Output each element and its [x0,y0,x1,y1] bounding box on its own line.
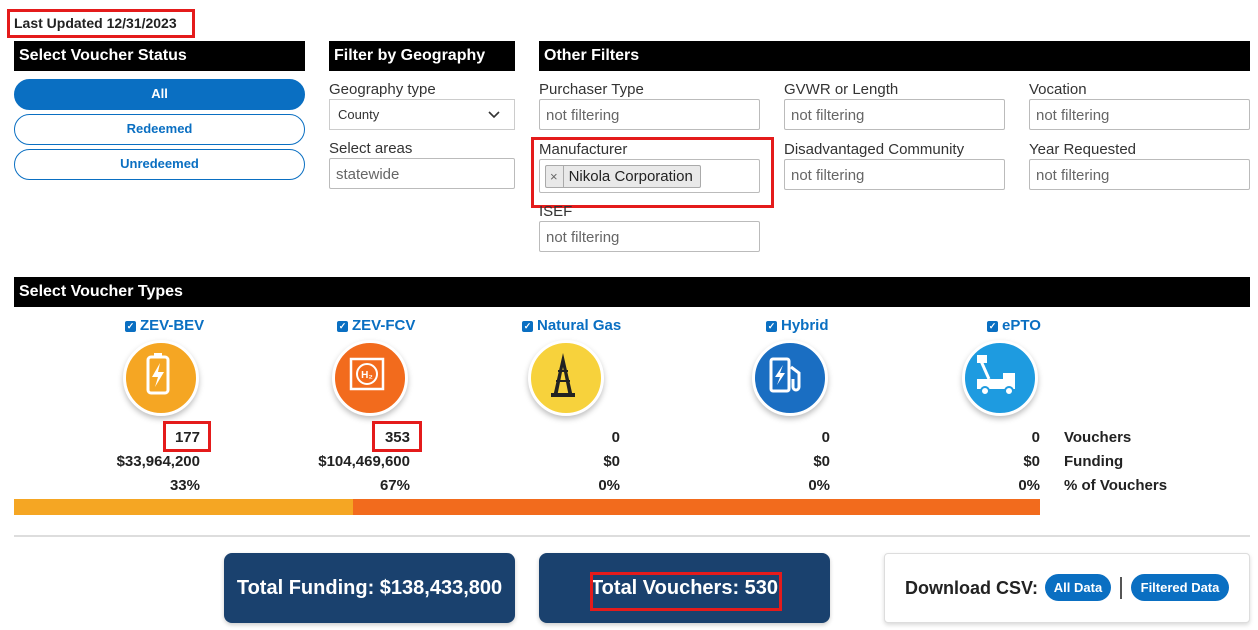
download-divider [1120,577,1122,599]
year-requested-input[interactable]: not filtering [1029,159,1250,190]
bucket-truck-icon [962,340,1038,416]
status-redeemed-button[interactable]: Redeemed [14,114,305,145]
disadvantaged-label: Disadvantaged Community [784,141,965,158]
checkbox-icon: ✓ [125,321,136,332]
hybrid-fuel-icon [752,340,828,416]
voucher-status-header: Select Voucher Status [14,41,305,71]
highlight-box [590,572,782,611]
vt-hybrid-label: Hybrid [781,317,829,334]
disadvantaged-input[interactable]: not filtering [784,159,1005,190]
vocation-label: Vocation [1029,81,1087,98]
share-bar-segment [14,499,353,515]
geography-type-value: County [338,107,380,122]
percent-hybrid: 0% [808,477,830,494]
total-funding-box: Total Funding: $138,433,800 [224,553,515,623]
checkbox-icon: ✓ [766,321,777,332]
funding-natural-gas: $0 [603,453,620,470]
status-all-button[interactable]: All [14,79,305,110]
vouchers-hybrid: 0 [821,429,830,446]
svg-text:H₂: H₂ [361,370,373,381]
geography-type-select[interactable]: County [329,99,515,130]
download-csv-label: Download CSV: [905,578,1039,598]
divider [14,535,1250,537]
vouchers-natural-gas: 0 [611,429,620,446]
vouchers-epto: 0 [1031,429,1040,446]
funding-zev-bev: $33,964,200 [116,453,200,470]
funding-epto: $0 [1023,453,1040,470]
select-areas-label: Select areas [329,140,413,157]
year-requested-label: Year Requested [1029,141,1137,158]
percent-zev-fcv: 67% [379,477,410,494]
purchaser-type-input[interactable]: not filtering [539,99,760,130]
checkbox-icon: ✓ [987,321,998,332]
row-label-percent: % of Vouchers [1064,477,1168,494]
share-bar-segment [352,499,1040,515]
download-filtered-data-button[interactable]: Filtered Data [1131,574,1229,601]
vt-natural-gas-label: Natural Gas [537,317,622,334]
funding-hybrid: $0 [813,453,830,470]
battery-icon [123,340,199,416]
vt-hybrid-checkbox[interactable]: ✓ Hybrid [766,317,829,334]
geography-type-label: Geography type [329,81,436,98]
geography-header: Filter by Geography [329,41,515,71]
vt-zev-fcv-label: ZEV-FCV [352,317,416,334]
hydrogen-icon: H₂ [332,340,408,416]
row-label-funding: Funding [1064,453,1124,470]
gvwr-input[interactable]: not filtering [784,99,1005,130]
purchaser-type-label: Purchaser Type [539,81,644,98]
funding-zev-fcv: $104,469,600 [318,453,410,470]
isef-input[interactable]: not filtering [539,221,760,252]
download-all-data-button[interactable]: All Data [1045,574,1111,601]
highlight-box [531,137,774,208]
select-areas-input[interactable]: statewide [329,158,515,189]
vt-zev-fcv-checkbox[interactable]: ✓ ZEV-FCV [337,317,415,334]
percent-epto: 0% [1018,477,1040,494]
vocation-input[interactable]: not filtering [1029,99,1250,130]
row-label-vouchers: Vouchers [1064,429,1132,446]
chevron-down-icon [488,111,500,119]
vt-epto-label: ePTO [1002,317,1041,334]
vt-natural-gas-checkbox[interactable]: ✓ Natural Gas [522,317,621,334]
vt-zev-bev-checkbox[interactable]: ✓ ZEV-BEV [125,317,204,334]
vt-epto-checkbox[interactable]: ✓ ePTO [987,317,1041,334]
highlight-box [372,421,422,452]
status-unredeemed-button[interactable]: Unredeemed [14,149,305,180]
gvwr-label: GVWR or Length [784,81,899,98]
checkbox-icon: ✓ [522,321,533,332]
other-filters-header: Other Filters [539,41,1250,71]
vt-zev-bev-label: ZEV-BEV [140,317,205,334]
isef-label: ISEF [539,203,573,220]
highlight-box [163,421,211,452]
highlight-box [7,9,195,38]
checkbox-icon: ✓ [337,321,348,332]
percent-zev-bev: 33% [169,477,200,494]
derrick-icon [528,340,604,416]
voucher-share-bar [14,499,1040,515]
voucher-types-header: Select Voucher Types [14,277,1250,307]
percent-natural-gas: 0% [598,477,620,494]
